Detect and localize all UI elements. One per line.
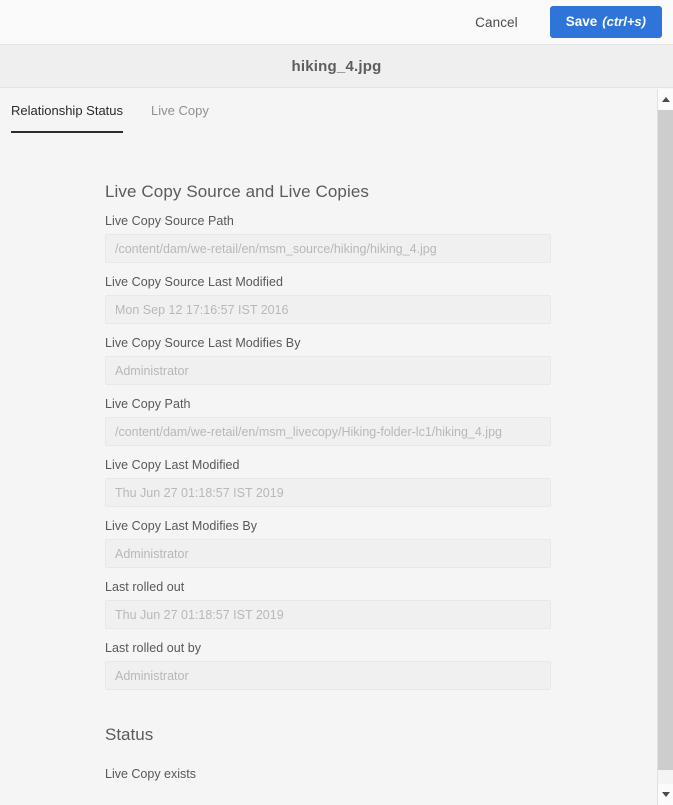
tab-relationship-status[interactable]: Relationship Status (11, 88, 124, 133)
field-label: Last rolled out (105, 580, 185, 594)
tab-live-copy[interactable]: Live Copy (151, 88, 209, 130)
field-label: Live Copy Source Last Modified (105, 275, 283, 289)
scrollbar-thumb[interactable] (658, 110, 673, 770)
scroll-region: Relationship Status Live Copy Live Copy … (0, 88, 673, 805)
field-live-copy-source-path: Live Copy Source Path (105, 214, 551, 263)
vertical-scrollbar[interactable] (657, 89, 673, 805)
live-copy-source-path-input[interactable] (105, 234, 551, 263)
live-copy-last-modified-input[interactable] (105, 478, 551, 507)
top-action-bar: Cancel Save (ctrl+s) (0, 0, 673, 45)
status-section: Status Live Copy exists (105, 725, 673, 781)
field-live-copy-last-modified: Live Copy Last Modified (105, 458, 551, 507)
live-copy-source-last-modified-input[interactable] (105, 295, 551, 324)
field-live-copy-last-modifies-by: Live Copy Last Modifies By (105, 519, 551, 568)
chevron-down-icon (661, 792, 670, 797)
field-label: Live Copy Source Path (105, 214, 234, 228)
field-last-rolled-out: Last rolled out (105, 580, 551, 629)
field-label: Live Copy Source Last Modifies By (105, 336, 301, 350)
field-live-copy-path: Live Copy Path (105, 397, 551, 446)
field-label: Live Copy Last Modifies By (105, 519, 258, 533)
field-label: Last rolled out by (105, 641, 202, 655)
tab-relationship-status-label: Relationship Status (11, 103, 124, 118)
page-title: hiking_4.jpg (291, 57, 382, 75)
field-last-rolled-out-by: Last rolled out by (105, 641, 551, 690)
live-copy-source-last-modifies-by-input[interactable] (105, 356, 551, 385)
last-rolled-out-by-input[interactable] (105, 661, 551, 690)
status-message: Live Copy exists (105, 767, 197, 781)
form-content: Live Copy Source and Live Copies Live Co… (0, 130, 673, 781)
save-button[interactable]: Save (ctrl+s) (549, 5, 662, 39)
section-heading-live-copy-source: Live Copy Source and Live Copies (105, 182, 370, 201)
section-heading-status: Status (105, 725, 154, 744)
tab-bar: Relationship Status Live Copy (0, 88, 673, 133)
title-bar: hiking_4.jpg (0, 45, 673, 88)
chevron-up-icon (661, 97, 670, 102)
scroll-down-button[interactable] (658, 784, 673, 805)
field-live-copy-source-last-modified: Live Copy Source Last Modified (105, 275, 551, 324)
live-copy-last-modifies-by-input[interactable] (105, 539, 551, 568)
last-rolled-out-input[interactable] (105, 600, 551, 629)
field-label: Live Copy Last Modified (105, 458, 240, 472)
save-button-label: Save (565, 13, 598, 29)
field-label: Live Copy Path (105, 397, 191, 411)
tab-live-copy-label: Live Copy (151, 103, 209, 118)
live-copy-path-input[interactable] (105, 417, 551, 446)
scrollbar-track[interactable] (658, 110, 673, 784)
scroll-up-button[interactable] (658, 89, 673, 110)
field-live-copy-source-last-modifies-by: Live Copy Source Last Modifies By (105, 336, 551, 385)
save-button-shortcut: (ctrl+s) (602, 13, 646, 29)
cancel-button[interactable]: Cancel (465, 9, 528, 36)
live-copy-properties-page: Cancel Save (ctrl+s) hiking_4.jpg Relati… (0, 0, 673, 805)
